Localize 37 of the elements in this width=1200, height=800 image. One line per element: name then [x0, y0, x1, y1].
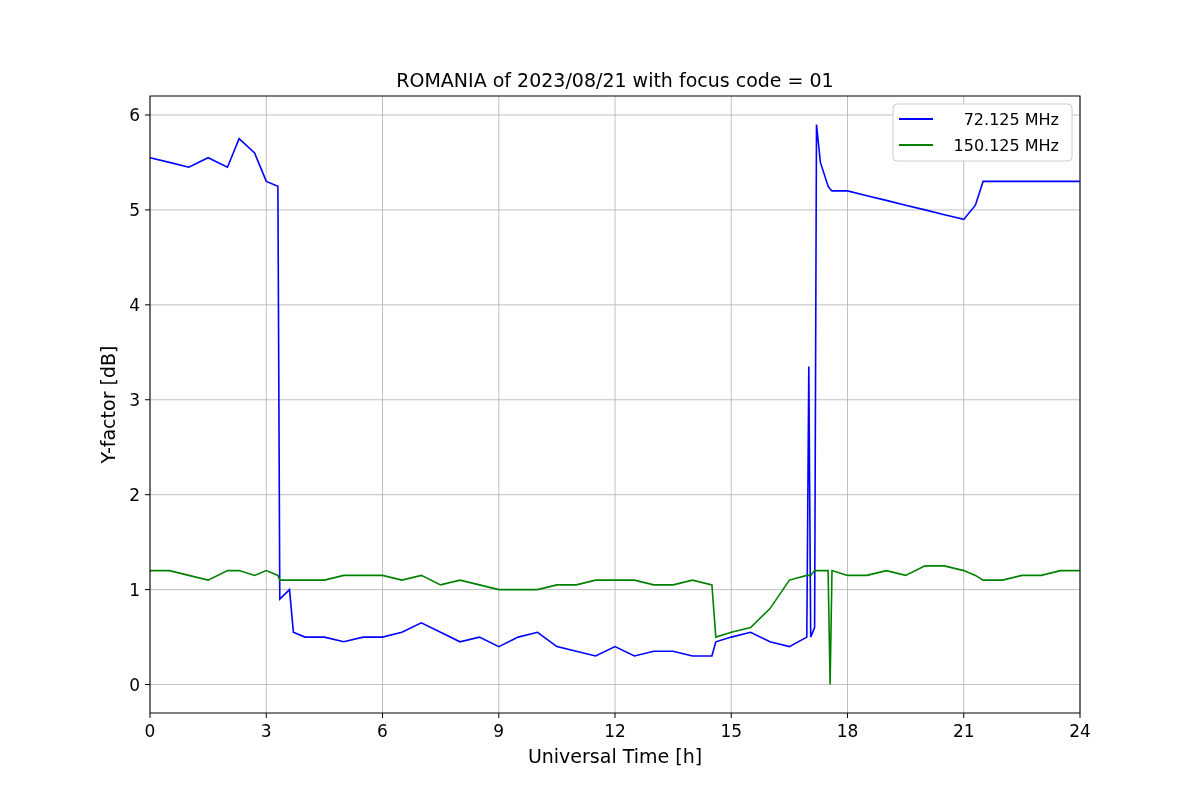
tick-mark [144, 399, 151, 401]
tick-mark [847, 712, 848, 719]
axis-label: Y-factor [dB] [97, 345, 119, 464]
tick-mark [498, 712, 500, 719]
tick-mark [144, 114, 151, 116]
tick-mark [144, 304, 151, 306]
tick-label: 9 [493, 721, 505, 741]
axis-label: Universal Time [h] [527, 745, 703, 767]
legend-label: 72.125 MHz [963, 110, 1059, 129]
tick-label: 18 [836, 721, 859, 741]
tick-mark [149, 712, 151, 719]
tick-mark [144, 684, 151, 685]
tick-label: 0 [129, 674, 140, 695]
tick-label: 0 [144, 721, 156, 741]
tick-label: 12 [604, 721, 626, 741]
tick-mark [963, 712, 965, 719]
tick-mark [614, 712, 616, 719]
tick-label: 1 [129, 579, 140, 600]
chart-title: ROMANIA of 2023/08/21 with focus code = 01 [396, 69, 834, 91]
tick-label: 6 [129, 105, 140, 125]
tick-label: 6 [377, 721, 388, 741]
tick-label: 21 [952, 721, 975, 741]
tick-label: 4 [129, 294, 140, 315]
tick-mark [382, 712, 383, 719]
tick-mark [144, 589, 151, 591]
tick-mark [265, 712, 267, 719]
tick-label: 2 [129, 484, 140, 505]
tick-label: 24 [1069, 721, 1091, 741]
tick-label: 3 [260, 721, 272, 741]
tick-label: 15 [720, 721, 743, 741]
tick-label: 3 [129, 389, 140, 410]
tick-mark [144, 494, 151, 496]
tick-mark [144, 209, 151, 211]
tick-label: 5 [129, 199, 140, 220]
legend-label: 150.125 MHz [953, 136, 1059, 155]
tick-mark [730, 712, 732, 719]
tick-mark [1079, 712, 1081, 719]
